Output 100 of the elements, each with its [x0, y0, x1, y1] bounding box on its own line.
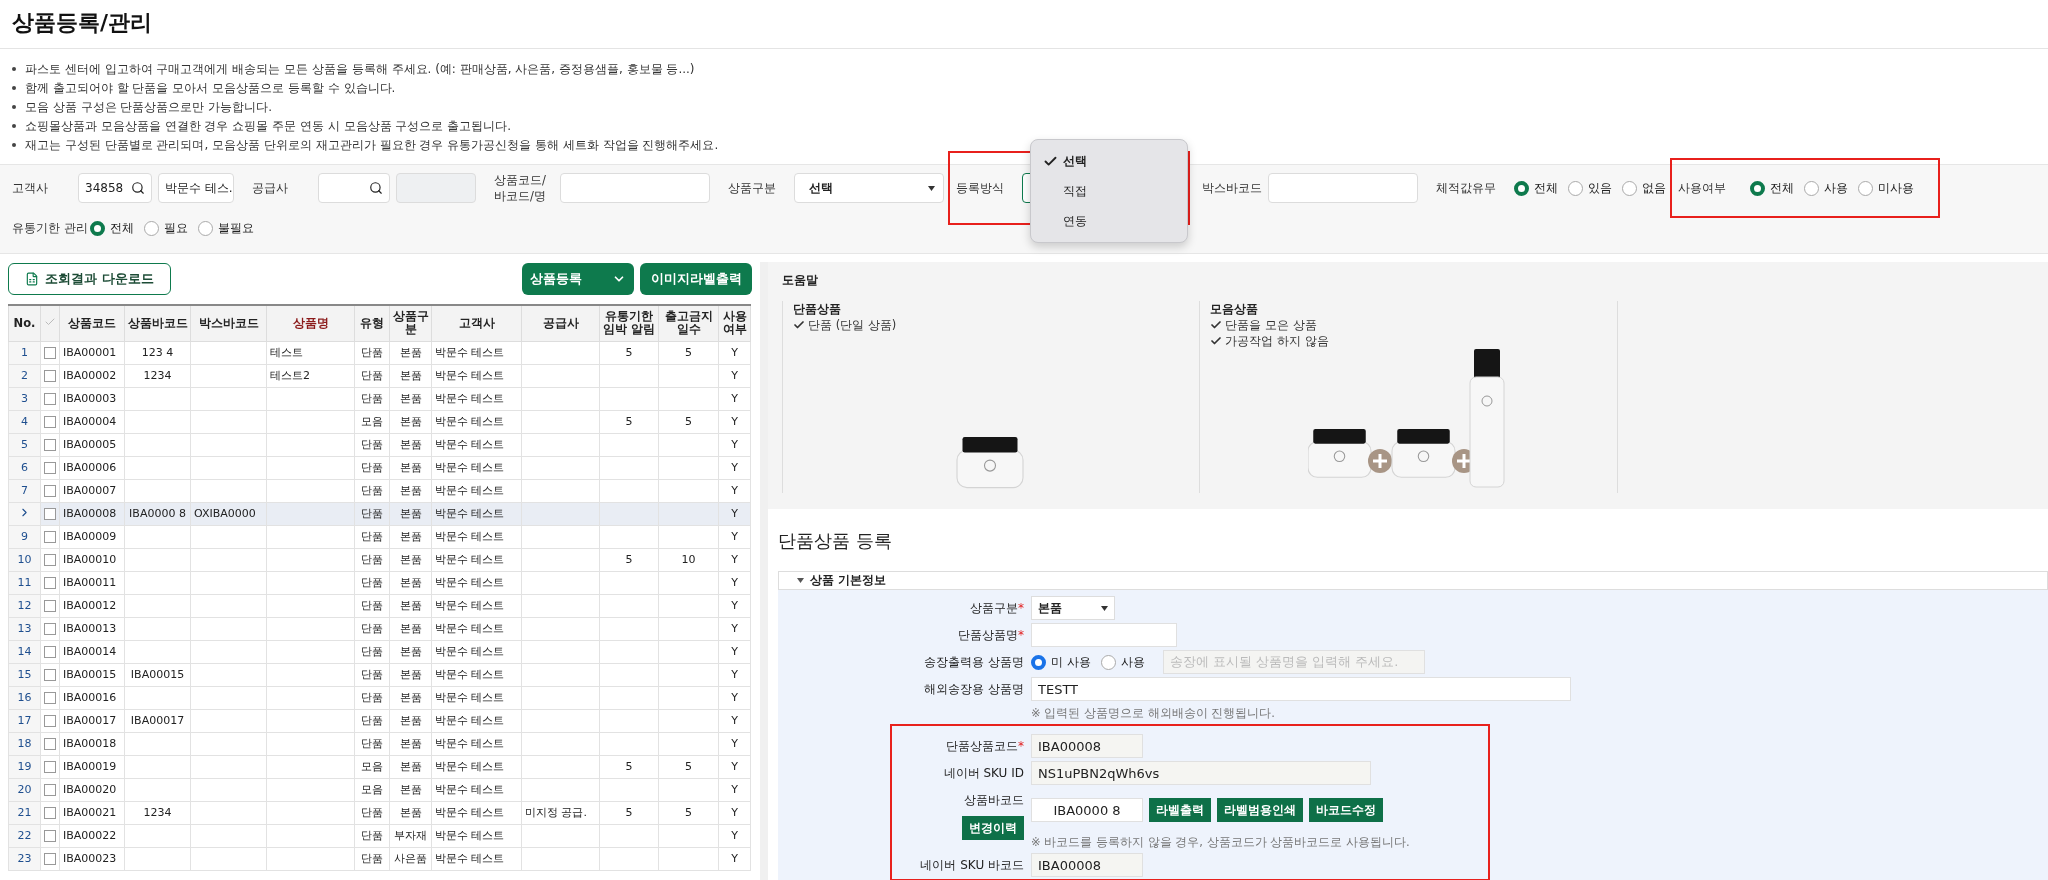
table-cell: IBA0000 8 — [129, 507, 186, 520]
table-row[interactable]: 5 IBA00005 단품 본품 박문수 테스트 Y — [8, 433, 751, 456]
search-icon — [131, 181, 145, 195]
menu-item[interactable]: 연동 — [1031, 206, 1187, 236]
barcode-field[interactable]: IBA0000 8 — [1031, 798, 1143, 822]
menu-item[interactable]: 직접 — [1031, 176, 1187, 206]
label-print-button[interactable]: 이미지라벨출력 — [640, 263, 752, 295]
row-checkbox[interactable] — [44, 761, 56, 773]
radio-option[interactable]: 전체 — [90, 220, 134, 236]
table-cell: IBA00019 — [63, 760, 117, 773]
table-row[interactable]: 10 IBA00010 단품 본품 박문수 테스트 5 10 Y — [8, 548, 751, 571]
row-checkbox[interactable] — [44, 416, 56, 428]
barcode-action-button[interactable]: 바코드수정 — [1309, 798, 1383, 822]
table-cell: 단품 — [361, 852, 383, 865]
table-cell: Y — [731, 852, 738, 865]
row-checkbox[interactable] — [44, 784, 56, 796]
check-icon — [1210, 319, 1223, 331]
table-cell: Y — [731, 415, 738, 428]
table-row[interactable]: 4 IBA00004 모음 본품 박문수 테스트 5 5 Y — [8, 410, 751, 433]
table-row[interactable]: 20 IBA00020 모음 본품 박문수 테스트 Y — [8, 778, 751, 801]
table-row[interactable]: 12 IBA00012 단품 본품 박문수 테스트 Y — [8, 594, 751, 617]
radio-option[interactable]: 없음 — [1622, 180, 1666, 196]
row-checkbox[interactable] — [44, 853, 56, 865]
table-row[interactable]: 1 IBA00001 123 4 테스트 단품 본품 박문수 테스트 5 5 Y — [8, 341, 751, 364]
table-row[interactable]: 21 IBA00021 1234 단품 본품 박문수 테스트 미지정 공급. 5 5 Y — [8, 801, 751, 824]
supplier-code-field[interactable] — [318, 173, 390, 203]
radio-option[interactable]: 필요 — [144, 220, 188, 236]
supplier-name-field[interactable] — [396, 173, 476, 203]
row-number: 3 — [8, 387, 41, 410]
table-cell: IBA00003 — [63, 392, 117, 405]
row-checkbox[interactable] — [44, 531, 56, 543]
row-checkbox[interactable] — [44, 462, 56, 474]
history-button[interactable]: 변경이력 — [962, 816, 1024, 840]
radio-option[interactable]: 사용 — [1804, 180, 1848, 196]
table-cell: Y — [731, 806, 738, 819]
row-checkbox[interactable] — [44, 554, 56, 566]
text-field[interactable] — [1268, 173, 1418, 203]
radio-option[interactable]: 사용 — [1100, 654, 1145, 670]
table-row[interactable]: 11 IBA00011 단품 본품 박문수 테스트 Y — [8, 571, 751, 594]
table-row[interactable]: 14 IBA00014 단품 본품 박문수 테스트 Y — [8, 640, 751, 663]
row-checkbox[interactable] — [44, 669, 56, 681]
table-cell: 단품 — [361, 438, 383, 451]
note-text: 쇼핑몰상품과 모음상품을 연결한 경우 쇼핑몰 주문 연동 시 모음상품 구성으로 출고됩니다. — [25, 118, 511, 135]
hint-text: ※ 입력된 상품명으로 해외배송이 진행됩니다. — [1031, 705, 1276, 721]
row-checkbox[interactable] — [44, 715, 56, 727]
radio-option[interactable]: 미 사용 — [1031, 654, 1091, 670]
row-checkbox[interactable] — [44, 393, 56, 405]
row-checkbox[interactable] — [44, 577, 56, 589]
table-row[interactable]: 15 IBA00015 IBA00015 단품 본품 박문수 테스트 Y — [8, 663, 751, 686]
row-number: 13 — [8, 617, 41, 640]
section-header[interactable]: 상품 기본정보 — [778, 571, 2048, 590]
text-field[interactable]: TESTT — [1031, 677, 1571, 701]
row-checkbox[interactable] — [44, 439, 56, 451]
table-cell: IBA00005 — [63, 438, 117, 451]
table-cell: Y — [731, 369, 738, 382]
register-button[interactable]: 상품등록 — [522, 263, 634, 295]
row-checkbox[interactable] — [44, 830, 56, 842]
table-cell: 사은품 — [394, 852, 427, 865]
readonly-field: IBA00008 — [1031, 734, 1143, 758]
barcode-action-button[interactable]: 라벨출력 — [1149, 798, 1211, 822]
table-cell: 박문수 테스트 — [435, 392, 505, 405]
table-row[interactable]: 17 IBA00017 IBA00017 단품 본품 박문수 테스트 Y — [8, 709, 751, 732]
text-field[interactable] — [560, 173, 710, 203]
customer-name-field[interactable]: 박문수 테스. — [158, 173, 234, 203]
radio-option[interactable]: 전체 — [1514, 180, 1558, 196]
row-checkbox[interactable] — [44, 485, 56, 497]
table-row[interactable]: 16 IBA00016 단품 본품 박문수 테스트 Y — [8, 686, 751, 709]
select-field[interactable]: 선택 — [794, 173, 944, 203]
row-checkbox[interactable] — [44, 347, 56, 359]
row-checkbox[interactable] — [44, 623, 56, 635]
table-row[interactable]: IBA00008 IBA0000 8 OXIBA0000 단품 본품 박문수 테스트 Y — [8, 502, 751, 525]
radio-option[interactable]: 불필요 — [198, 220, 254, 236]
table-row[interactable]: 22 IBA00022 단품 부자재 박문수 테스트 Y — [8, 824, 751, 847]
text-field[interactable] — [1031, 623, 1177, 647]
select-field[interactable]: 본품 — [1031, 596, 1115, 620]
table-row[interactable]: 9 IBA00009 단품 본품 박문수 테스트 Y — [8, 525, 751, 548]
table-row[interactable]: 6 IBA00006 단품 본품 박문수 테스트 Y — [8, 456, 751, 479]
download-button[interactable]: 조회결과 다운로드 — [8, 263, 171, 295]
barcode-action-button[interactable]: 라벨범용인쇄 — [1217, 798, 1303, 822]
row-checkbox[interactable] — [44, 646, 56, 658]
menu-item[interactable]: 선택 — [1031, 146, 1187, 176]
table-row[interactable]: 3 IBA00003 단품 본품 박문수 테스트 Y — [8, 387, 751, 410]
row-checkbox[interactable] — [44, 600, 56, 612]
table-row[interactable]: 19 IBA00019 모음 본품 박문수 테스트 5 5 Y — [8, 755, 751, 778]
row-checkbox[interactable] — [44, 370, 56, 382]
table-row[interactable]: 7 IBA00007 단품 본품 박문수 테스트 Y — [8, 479, 751, 502]
bullet-icon — [12, 105, 16, 109]
table-row[interactable]: 13 IBA00013 단품 본품 박문수 테스트 Y — [8, 617, 751, 640]
row-checkbox[interactable] — [44, 508, 56, 520]
radio-option[interactable]: 미사용 — [1858, 180, 1914, 196]
table-row[interactable]: 18 IBA00018 단품 본품 박문수 테스트 Y — [8, 732, 751, 755]
row-checkbox[interactable] — [44, 692, 56, 704]
table-row[interactable]: 2 IBA00002 1234 테스트2 단품 본품 박문수 테스트 Y — [8, 364, 751, 387]
row-checkbox[interactable] — [44, 738, 56, 750]
radio-option[interactable]: 전체 — [1750, 180, 1794, 196]
customer-code-field[interactable]: 34858 — [78, 173, 152, 203]
row-checkbox[interactable] — [44, 807, 56, 819]
table-row[interactable]: 23 IBA00023 단품 사은품 박문수 테스트 Y — [8, 847, 751, 870]
table-cell: 단품 — [361, 599, 383, 612]
radio-option[interactable]: 있음 — [1568, 180, 1612, 196]
